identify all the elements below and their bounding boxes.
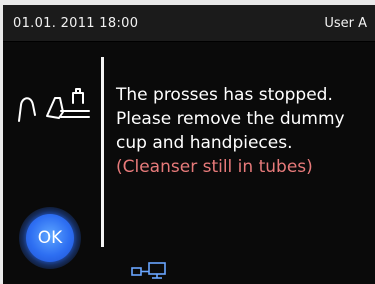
message-block: The prosses has stopped. Please remove t… — [116, 83, 375, 179]
user-label: User A — [324, 16, 367, 31]
header-divider — [3, 41, 375, 42]
message-line-1: The prosses has stopped. — [116, 85, 333, 105]
ok-button-label: OK — [37, 228, 63, 248]
ok-button[interactable]: OK — [26, 214, 74, 262]
datetime-label: 01.01. 2011 18:00 — [13, 16, 139, 31]
message-line-3: cup and handpieces. — [116, 133, 293, 153]
device-frame: 01.01. 2011 18:00 User A The prosses has… — [0, 0, 375, 284]
cleanser-note: (Cleanser still in tubes) — [116, 157, 313, 177]
handpiece-icon — [18, 88, 90, 122]
display-screen: 01.01. 2011 18:00 User A The prosses has… — [3, 5, 375, 284]
status-header: 01.01. 2011 18:00 User A — [3, 5, 375, 41]
vertical-divider — [101, 57, 104, 247]
message-line-2: Please remove the dummy — [116, 109, 345, 129]
network-connection-icon — [131, 262, 166, 279]
